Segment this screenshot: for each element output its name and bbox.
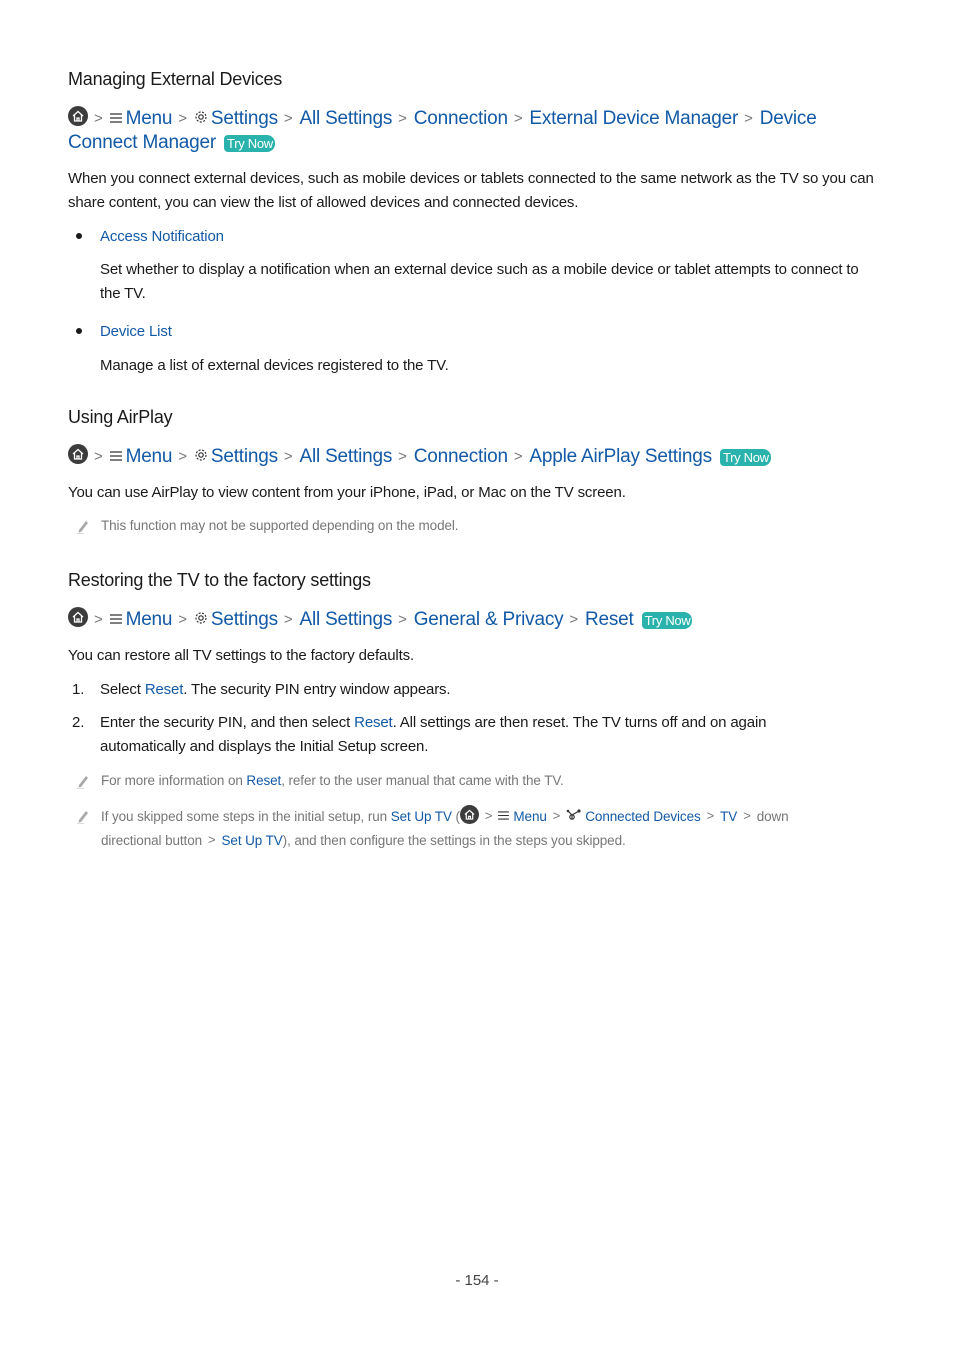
home-icon[interactable] (68, 106, 88, 126)
page-number: - 154 - (455, 1272, 499, 1289)
gear-icon (194, 608, 208, 632)
chevron-right-icon: > (552, 808, 561, 823)
chevron-right-icon: > (398, 611, 407, 628)
home-icon (459, 805, 479, 824)
home-icon[interactable] (68, 444, 88, 464)
note-text: This function may not be supported depen… (101, 518, 459, 533)
chevron-right-icon: > (283, 448, 293, 465)
path-item-settings[interactable]: Settings (211, 446, 278, 467)
section-title-restoring-factory-settings: Restoring the TV to the factory settings (68, 570, 371, 590)
path-item-all-settings[interactable]: All Settings (299, 446, 392, 467)
chevron-right-icon: > (283, 611, 293, 628)
intro-paragraph: You can restore all TV settings to the f… (68, 647, 414, 664)
reset-link[interactable]: Reset (246, 773, 281, 788)
path-item-connection[interactable]: Connection (414, 446, 508, 467)
step-number: 2. (72, 714, 85, 731)
path-item-reset[interactable]: Reset (585, 609, 634, 630)
path-item-menu[interactable]: Menu (126, 609, 173, 630)
chevron-right-icon: > (283, 110, 293, 127)
menu-path-reset: > Menu > Settings > All Settings > General & Pr… (68, 607, 878, 632)
menu-icon (109, 607, 122, 631)
note-text-post: ), and then configure the settings in th… (282, 833, 626, 848)
paren-open: ( (451, 809, 461, 824)
try-now-button[interactable]: Try Now (719, 449, 771, 466)
pencil-icon (76, 518, 90, 541)
step-text: Select (100, 681, 145, 698)
chevron-right-icon: > (484, 808, 493, 823)
chevron-right-icon: > (94, 110, 103, 127)
reset-link[interactable]: Reset (145, 681, 184, 698)
connected-devices-link[interactable]: Connected Devices (585, 809, 700, 824)
bullet-description: Set whether to display a notification wh… (100, 261, 859, 302)
home-icon[interactable] (68, 607, 88, 627)
menu-link[interactable]: Menu (513, 809, 546, 824)
path-item-all-settings[interactable]: All Settings (299, 108, 392, 129)
note-text-post: , refer to the user manual that came wit… (281, 773, 564, 788)
reset-link[interactable]: Reset (354, 714, 393, 731)
chevron-right-icon: > (94, 448, 103, 465)
section-title-managing-external-devices: Managing External Devices (68, 69, 283, 89)
chevron-right-icon: > (513, 448, 523, 465)
chevron-right-icon: > (94, 611, 103, 628)
path-item-all-settings[interactable]: All Settings (299, 609, 392, 630)
intro-paragraph: You can use AirPlay to view content from… (68, 484, 626, 501)
pencil-icon (76, 808, 90, 831)
set-up-tv-link[interactable]: Set Up TV (222, 833, 283, 848)
bullet-icon (76, 233, 82, 239)
chevron-right-icon: > (178, 110, 187, 127)
step-text: . The security PIN entry window appears. (183, 681, 451, 698)
path-item-general-privacy[interactable]: General & Privacy (414, 609, 564, 630)
chevron-right-icon: > (178, 448, 187, 465)
try-now-button[interactable]: Try Now (641, 612, 693, 629)
tv-link[interactable]: TV (720, 809, 737, 824)
path-item-settings[interactable]: Settings (211, 108, 278, 129)
chevron-right-icon: > (706, 808, 715, 823)
gear-icon (194, 445, 208, 469)
set-up-tv-link[interactable]: Set Up TV (391, 809, 452, 824)
menu-path-apple-airplay-settings: > Menu > Settings > All Settings > Connection > A… (68, 444, 878, 469)
bullet-description: Manage a list of external devices regist… (100, 357, 449, 374)
path-item-menu[interactable]: Menu (126, 108, 173, 129)
note-text: For more information on Reset, refer to … (101, 769, 871, 792)
chevron-right-icon: > (569, 611, 578, 628)
menu-icon (498, 804, 510, 827)
step-number: 1. (72, 681, 85, 698)
connected-devices-icon (566, 805, 582, 828)
chevron-right-icon: > (513, 110, 523, 127)
note-text-pre: For more information on (101, 773, 247, 788)
chevron-right-icon: > (743, 808, 751, 823)
section-title-using-airplay: Using AirPlay (68, 407, 173, 427)
bullet-icon (76, 328, 82, 334)
chevron-right-icon: > (744, 110, 753, 127)
note-text-pre: If you skipped some steps in the initial… (101, 809, 391, 824)
chevron-right-icon: > (208, 832, 216, 847)
intro-paragraph: When you connect external devices, such … (68, 170, 874, 211)
chevron-right-icon: > (398, 110, 407, 127)
menu-icon (109, 106, 122, 130)
path-item-menu[interactable]: Menu (126, 446, 173, 467)
pencil-icon (76, 773, 90, 796)
path-item-settings[interactable]: Settings (211, 609, 278, 630)
try-now-button[interactable]: Try Now (224, 135, 275, 152)
step-2: 2. Enter the security PIN, and then sele… (68, 711, 878, 759)
menu-path-device-connect-manager: > Menu > Settings > All Settings > Connection > E… (68, 106, 878, 155)
path-item-external-device-manager[interactable]: External Device Manager (529, 108, 738, 129)
step-text: Enter the security PIN, and then select (100, 714, 355, 731)
menu-icon (109, 444, 122, 468)
note-text: If you skipped some steps in the initial… (101, 804, 841, 852)
bullet-access-notification[interactable]: Access Notification (100, 225, 880, 249)
bullet-device-list[interactable]: Device List (100, 320, 880, 344)
step-1: 1. Select Reset. The security PIN entry … (68, 678, 878, 702)
chevron-right-icon: > (178, 611, 187, 628)
path-item-connection[interactable]: Connection (414, 108, 508, 129)
gear-icon (194, 107, 208, 131)
path-item-apple-airplay-settings[interactable]: Apple AirPlay Settings (529, 446, 712, 467)
chevron-right-icon: > (398, 448, 407, 465)
